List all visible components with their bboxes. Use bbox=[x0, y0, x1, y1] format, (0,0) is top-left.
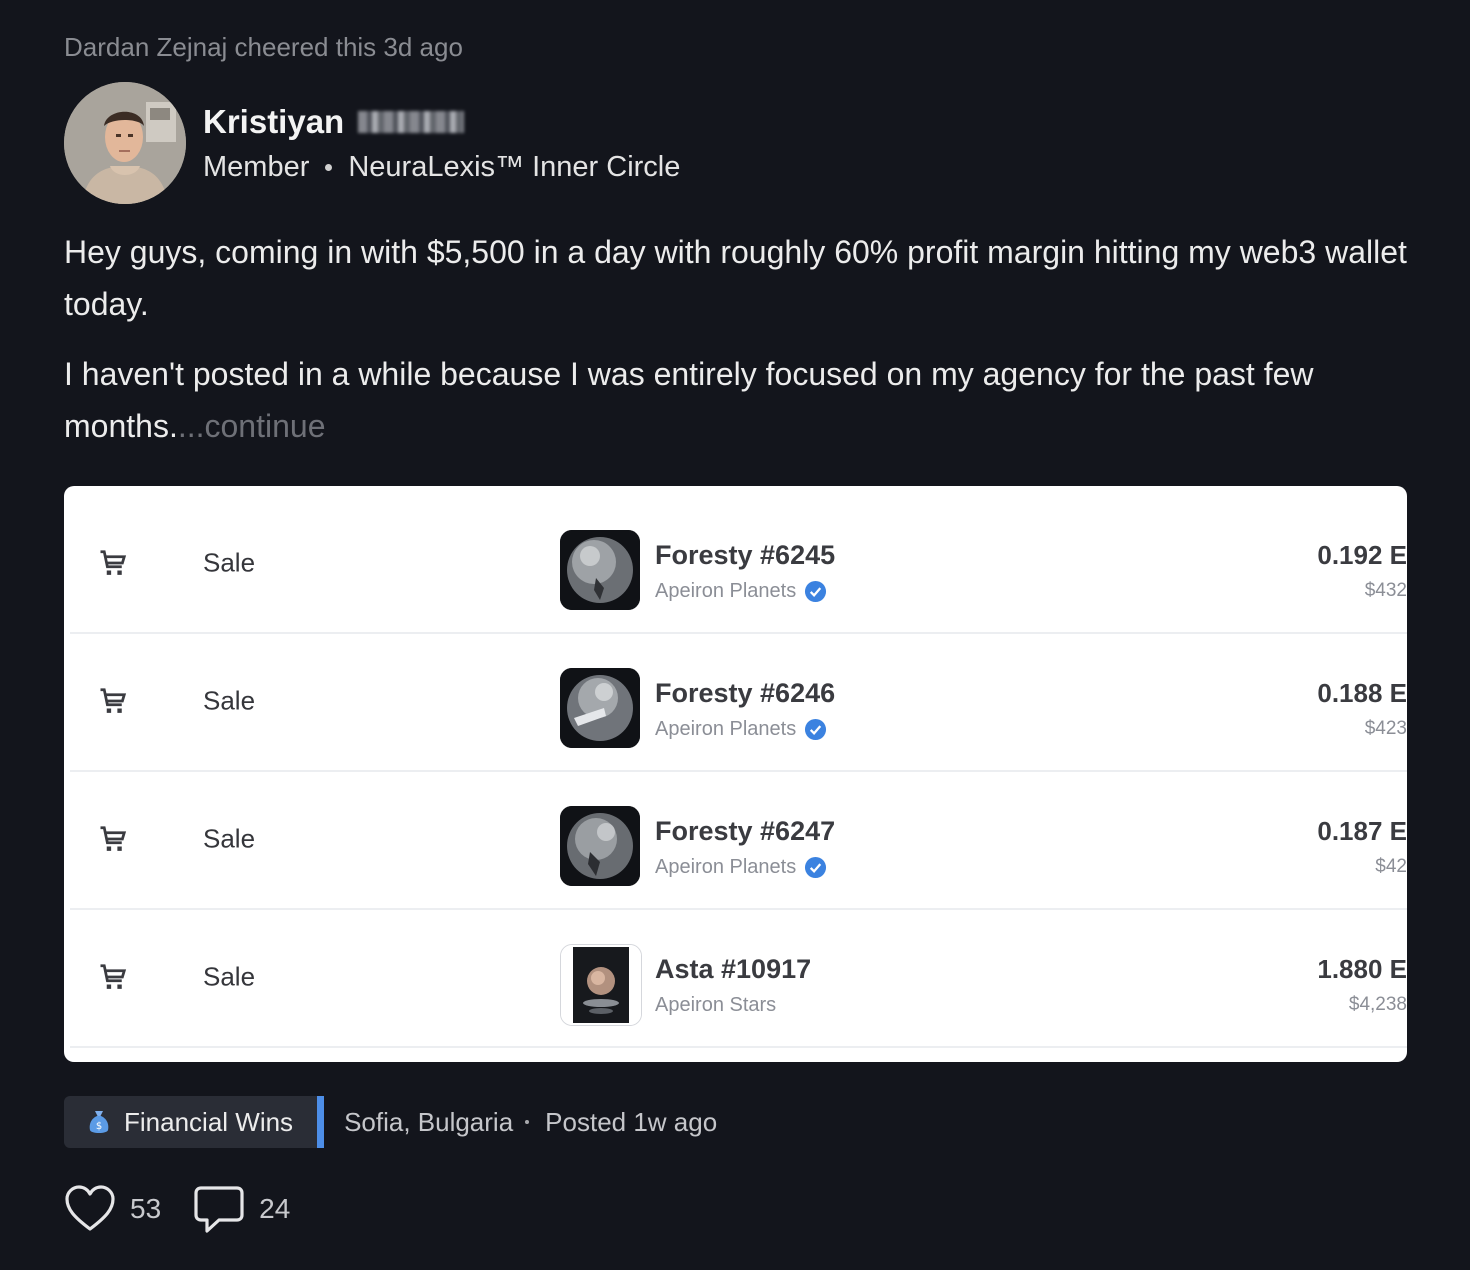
price-eth: 0.188 E bbox=[1317, 678, 1407, 708]
price-usd: $4,238 bbox=[1348, 994, 1407, 1015]
price-usd: $423 bbox=[1364, 718, 1407, 739]
cheer-notice: Dardan Zejnaj cheered this 3d ago bbox=[64, 32, 463, 62]
verified-badge-icon bbox=[805, 580, 827, 603]
collection-name: Apeiron Planets bbox=[655, 718, 797, 740]
price-eth: 0.192 E bbox=[1317, 540, 1407, 570]
post-footer-meta: $ Financial Wins Sofia, Bulgaria Posted … bbox=[64, 1096, 717, 1148]
cart-icon bbox=[100, 964, 127, 989]
cart-icon bbox=[100, 550, 127, 575]
post-paragraph-2: I haven't posted in a while because I wa… bbox=[64, 348, 1414, 452]
meta-separator bbox=[325, 163, 333, 171]
nft-collection[interactable]: Apeiron Planets bbox=[655, 718, 827, 741]
post-actions: 53 24 bbox=[64, 1184, 322, 1234]
sale-row: Sale Asta #10917 Apeiron Stars 1.880 E $… bbox=[70, 908, 1407, 1048]
post-author: Kristiyan Member NeuraLexis™ Inner Circl… bbox=[64, 82, 680, 204]
price-eth: 0.187 E bbox=[1317, 816, 1407, 846]
price-usd: $432 bbox=[1364, 580, 1407, 601]
planet-image bbox=[560, 668, 640, 748]
sale-row: Sale Foresty #6247 Apeiron Planets 0.187… bbox=[70, 770, 1407, 910]
nft-collection[interactable]: Apeiron Planets bbox=[655, 580, 827, 603]
event-type: Sale bbox=[203, 547, 256, 578]
event-type: Sale bbox=[203, 961, 256, 992]
nft-name[interactable]: Foresty #6245 bbox=[655, 540, 835, 571]
cart-icon bbox=[100, 826, 127, 851]
verified-badge-icon bbox=[805, 856, 827, 879]
collection-name: Apeiron Planets bbox=[655, 856, 797, 878]
nft-thumbnail[interactable] bbox=[560, 944, 642, 1026]
author-info: Kristiyan Member NeuraLexis™ Inner Circl… bbox=[203, 103, 680, 184]
nft-name[interactable]: Foresty #6247 bbox=[655, 816, 835, 847]
meta-separator bbox=[525, 1120, 530, 1124]
verified-badge-icon bbox=[805, 718, 827, 741]
nft-thumbnail[interactable] bbox=[560, 668, 640, 748]
heart-icon bbox=[65, 1185, 115, 1231]
event-type: Sale bbox=[203, 685, 256, 716]
like-button[interactable]: 53 bbox=[64, 1184, 161, 1234]
planet-image bbox=[560, 806, 640, 886]
post-time: Posted 1w ago bbox=[545, 1106, 718, 1137]
price-eth: 1.880 E bbox=[1317, 954, 1407, 984]
nft-collection[interactable]: Apeiron Planets bbox=[655, 856, 827, 879]
planet-image bbox=[560, 530, 640, 610]
author-name[interactable]: Kristiyan bbox=[203, 103, 344, 141]
star-image bbox=[561, 945, 641, 1025]
post-paragraph-1: Hey guys, coming in with $5,500 in a day… bbox=[64, 234, 1407, 322]
author-role: Member bbox=[203, 150, 310, 183]
redacted-surname bbox=[358, 110, 465, 133]
nft-name[interactable]: Foresty #6246 bbox=[655, 678, 835, 709]
money-bag-icon: $ bbox=[89, 1111, 109, 1133]
nft-thumbnail[interactable] bbox=[560, 530, 640, 610]
continue-link[interactable]: ...continue bbox=[178, 408, 326, 444]
author-meta: Member NeuraLexis™ Inner Circle bbox=[203, 151, 680, 184]
comment-icon bbox=[194, 1186, 244, 1233]
event-type: Sale bbox=[203, 823, 256, 854]
collection-name: Apeiron Planets bbox=[655, 580, 797, 602]
sales-screenshot[interactable]: Sale Foresty #6245 Apeiron Planets 0.192… bbox=[64, 486, 1407, 1062]
sale-row: Sale Foresty #6246 Apeiron Planets 0.188… bbox=[70, 632, 1407, 772]
like-count: 53 bbox=[130, 1193, 162, 1224]
category-tag[interactable]: $ Financial Wins bbox=[64, 1096, 325, 1148]
author-name-row: Kristiyan bbox=[203, 103, 680, 141]
category-label: Financial Wins bbox=[124, 1106, 294, 1137]
avatar[interactable] bbox=[64, 82, 186, 204]
nft-thumbnail[interactable] bbox=[560, 806, 640, 886]
nft-collection[interactable]: Apeiron Stars bbox=[655, 994, 776, 1017]
collection-name: Apeiron Stars bbox=[655, 994, 777, 1016]
post-location: Sofia, Bulgaria bbox=[344, 1106, 514, 1137]
author-group[interactable]: NeuraLexis™ Inner Circle bbox=[348, 151, 680, 184]
cart-icon bbox=[100, 688, 127, 713]
comment-button[interactable]: 24 bbox=[193, 1184, 290, 1234]
price-usd: $42 bbox=[1375, 856, 1407, 877]
sale-row: Sale Foresty #6245 Apeiron Planets 0.192… bbox=[70, 494, 1407, 634]
avatar-photo bbox=[64, 82, 186, 204]
comment-count: 24 bbox=[259, 1193, 291, 1224]
post-body: Hey guys, coming in with $5,500 in a day… bbox=[64, 226, 1414, 470]
nft-name[interactable]: Asta #10917 bbox=[655, 954, 811, 985]
svg-text:$: $ bbox=[96, 1121, 102, 1132]
